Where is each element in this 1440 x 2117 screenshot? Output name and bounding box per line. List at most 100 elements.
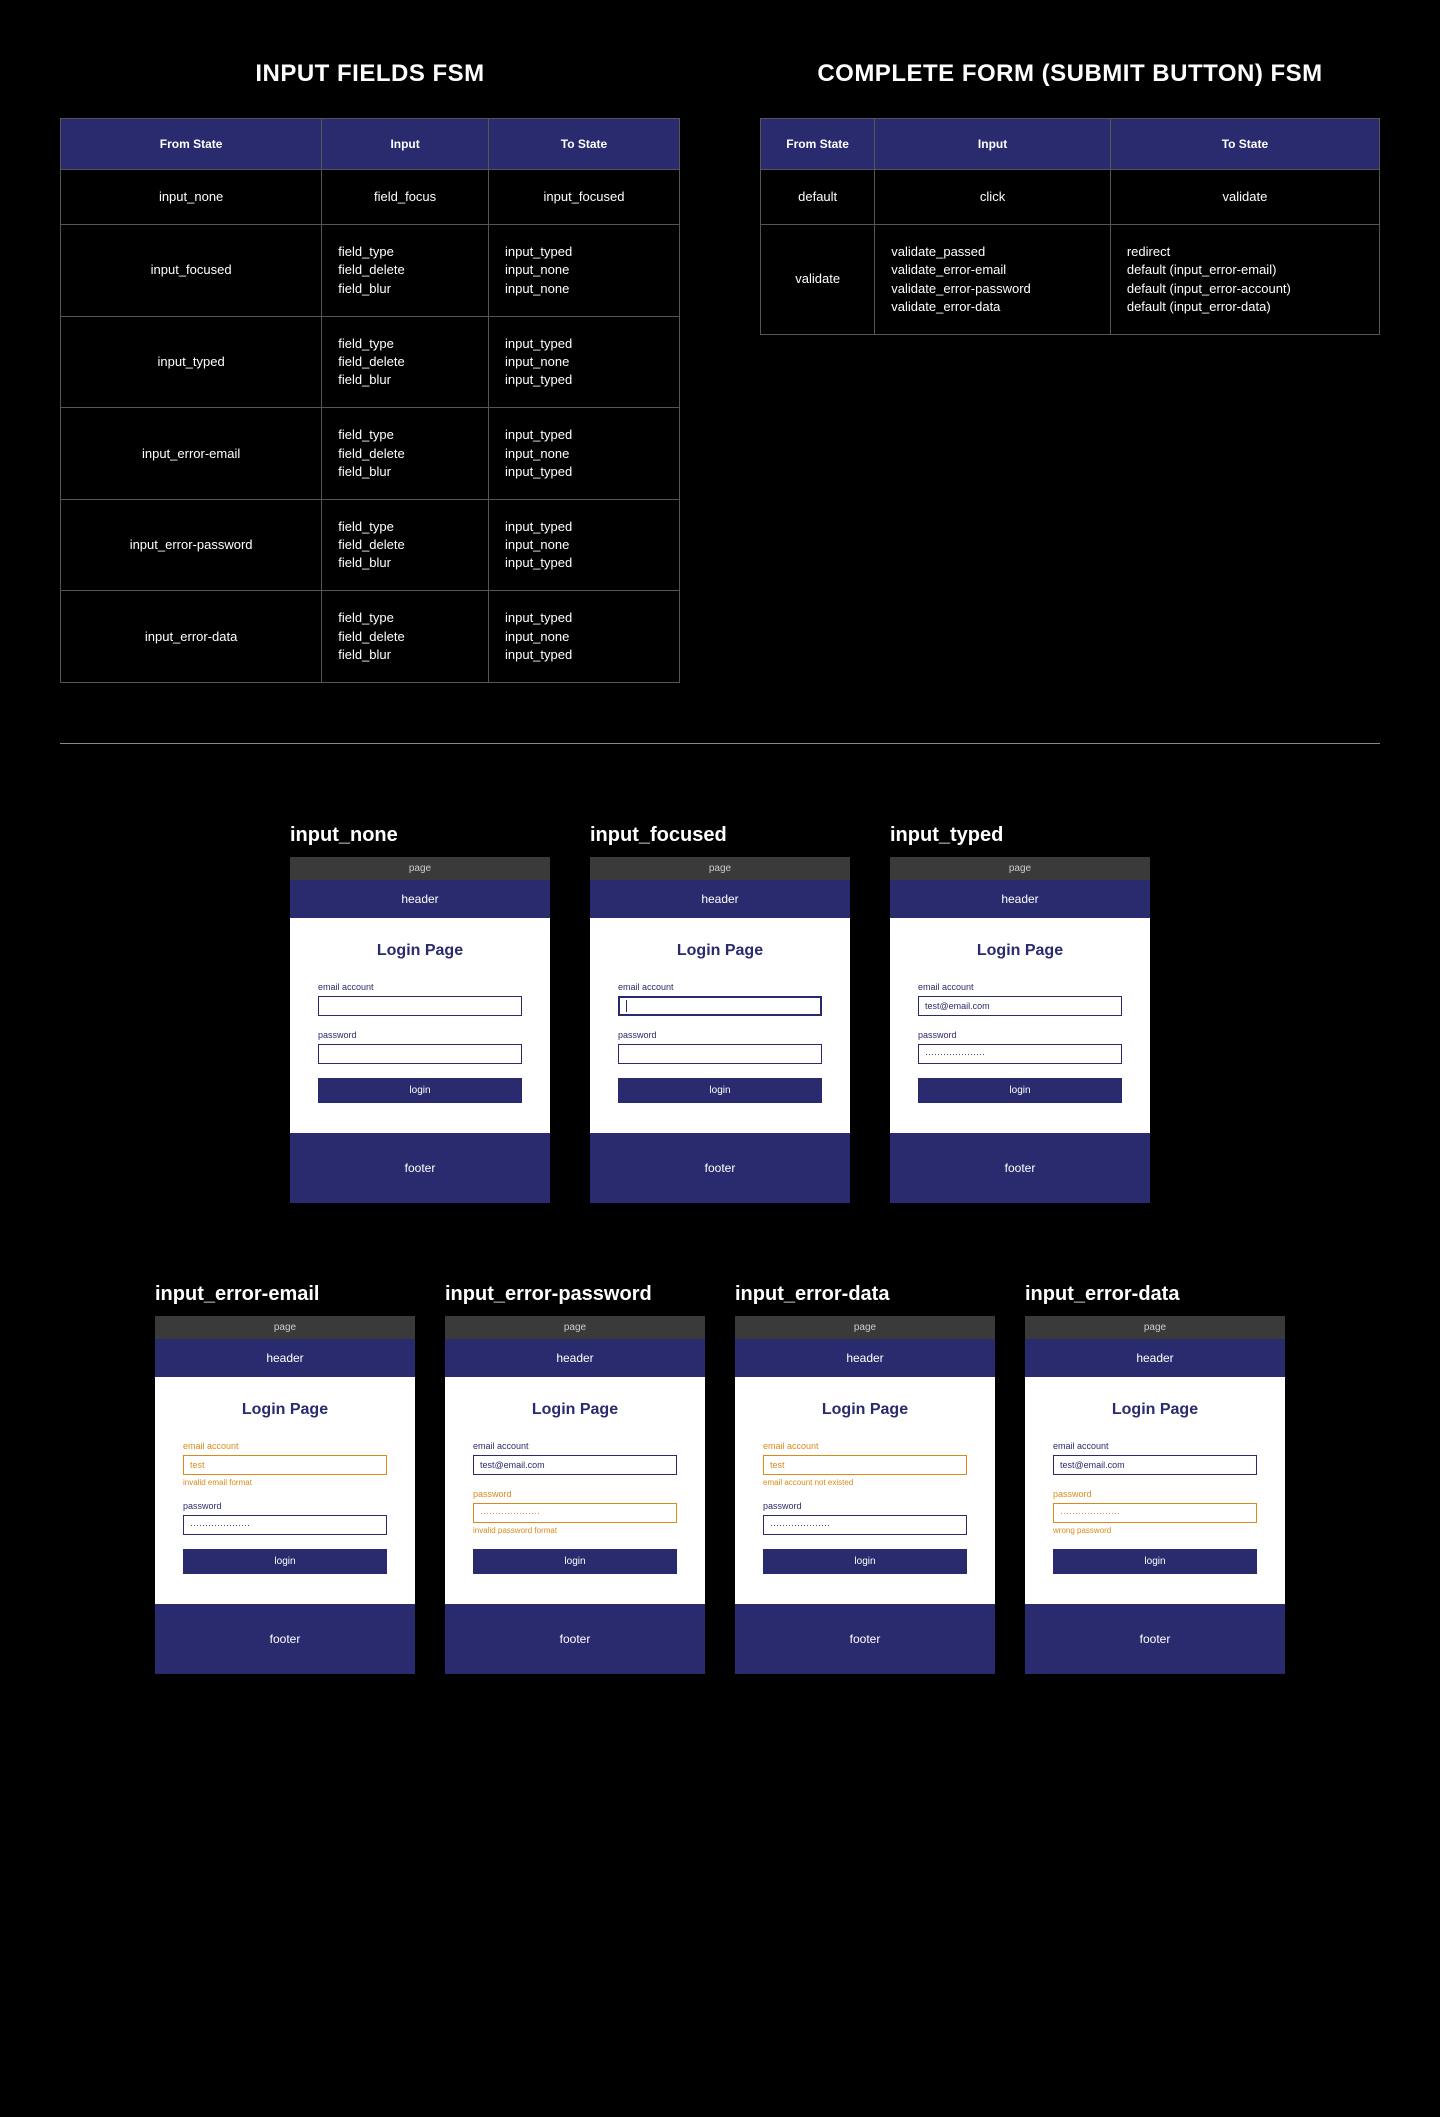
from-state-cell: input_typed bbox=[61, 316, 322, 408]
login-button[interactable]: login bbox=[618, 1078, 822, 1103]
page-title: Login Page bbox=[318, 942, 522, 960]
email-input[interactable] bbox=[618, 996, 822, 1016]
from-state-cell: input_focused bbox=[61, 225, 322, 317]
state-input-error-data-account: input_error-data page header Login Page … bbox=[735, 1283, 995, 1674]
error-helper: invalid email format bbox=[183, 1478, 387, 1487]
from-state-cell: default bbox=[761, 170, 875, 225]
email-label: email account bbox=[618, 982, 822, 992]
password-label: password bbox=[1053, 1489, 1257, 1499]
page-title: Login Page bbox=[1053, 1401, 1257, 1419]
error-helper: wrong password bbox=[1053, 1526, 1257, 1535]
input-cell: field_typefield_deletefield_blur bbox=[322, 591, 489, 683]
email-input[interactable]: test@email.com bbox=[473, 1455, 677, 1475]
mock-header: header bbox=[155, 1339, 415, 1377]
mock-header: header bbox=[1025, 1339, 1285, 1377]
mockup: page header Login Page email account pas… bbox=[290, 857, 550, 1203]
page-bar: page bbox=[155, 1316, 415, 1339]
email-input[interactable]: test bbox=[763, 1455, 967, 1475]
input-cell: field_typefield_deletefield_blur bbox=[322, 499, 489, 591]
password-input[interactable]: ···················· bbox=[1053, 1503, 1257, 1523]
table-row: input_focusedfield_typefield_deletefield… bbox=[61, 225, 680, 317]
state-label: input_error-email bbox=[155, 1283, 415, 1306]
login-button[interactable]: login bbox=[1053, 1549, 1257, 1574]
to-state-cell: input_typedinput_noneinput_typed bbox=[488, 499, 679, 591]
input-fields-fsm: INPUT FIELDS FSM From State Input To Sta… bbox=[60, 60, 680, 683]
state-input-none: input_none page header Login Page email … bbox=[290, 824, 550, 1203]
cursor-icon bbox=[626, 1000, 627, 1012]
mock-header: header bbox=[735, 1339, 995, 1377]
mock-footer: footer bbox=[155, 1604, 415, 1674]
password-input[interactable]: ···················· bbox=[918, 1044, 1122, 1064]
table-row: input_error-passwordfield_typefield_dele… bbox=[61, 499, 680, 591]
page-title: Login Page bbox=[473, 1401, 677, 1419]
input-cell: field_typefield_deletefield_blur bbox=[322, 316, 489, 408]
state-label: input_error-password bbox=[445, 1283, 705, 1306]
state-input-error-data-password: input_error-data page header Login Page … bbox=[1025, 1283, 1285, 1674]
to-state-cell: input_typedinput_noneinput_typed bbox=[488, 316, 679, 408]
page-title: Login Page bbox=[763, 1401, 967, 1419]
email-input[interactable]: test bbox=[183, 1455, 387, 1475]
input-cell: field_typefield_deletefield_blur bbox=[322, 408, 489, 500]
mockup: page header Login Page email account pas… bbox=[590, 857, 850, 1203]
to-state-cell: input_typedinput_noneinput_none bbox=[488, 225, 679, 317]
table-row: input_error-emailfield_typefield_deletef… bbox=[61, 408, 680, 500]
from-state-cell: input_none bbox=[61, 170, 322, 225]
state-input-focused: input_focused page header Login Page ema… bbox=[590, 824, 850, 1203]
mock-footer: footer bbox=[290, 1133, 550, 1203]
password-input[interactable]: ···················· bbox=[473, 1503, 677, 1523]
password-input[interactable] bbox=[318, 1044, 522, 1064]
col-from-state: From State bbox=[761, 119, 875, 170]
login-button[interactable]: login bbox=[763, 1549, 967, 1574]
login-button[interactable]: login bbox=[918, 1078, 1122, 1103]
email-label: email account bbox=[763, 1441, 967, 1451]
email-input[interactable]: test@email.com bbox=[1053, 1455, 1257, 1475]
password-label: password bbox=[183, 1501, 387, 1511]
mockup: page header Login Page email account tes… bbox=[445, 1316, 705, 1674]
input-fsm-table: From State Input To State input_nonefiel… bbox=[60, 118, 680, 683]
page-bar: page bbox=[590, 857, 850, 880]
input-cell: validate_passedvalidate_error-emailvalid… bbox=[875, 225, 1111, 335]
mock-footer: footer bbox=[1025, 1604, 1285, 1674]
mock-footer: footer bbox=[445, 1604, 705, 1674]
email-input[interactable]: test@email.com bbox=[918, 996, 1122, 1016]
page-bar: page bbox=[735, 1316, 995, 1339]
state-label: input_typed bbox=[890, 824, 1150, 847]
mock-footer: footer bbox=[735, 1604, 995, 1674]
col-input: Input bbox=[875, 119, 1111, 170]
state-label: input_error-data bbox=[735, 1283, 995, 1306]
table-row: input_error-datafield_typefield_deletefi… bbox=[61, 591, 680, 683]
password-input[interactable]: ···················· bbox=[763, 1515, 967, 1535]
from-state-cell: input_error-data bbox=[61, 591, 322, 683]
section-divider bbox=[60, 743, 1380, 744]
state-input-error-email: input_error-email page header Login Page… bbox=[155, 1283, 415, 1674]
page-bar: page bbox=[290, 857, 550, 880]
password-label: password bbox=[618, 1030, 822, 1040]
mockup: page header Login Page email account tes… bbox=[1025, 1316, 1285, 1674]
mock-header: header bbox=[445, 1339, 705, 1377]
col-from-state: From State bbox=[61, 119, 322, 170]
error-helper: email account not existed bbox=[763, 1478, 967, 1487]
mock-header: header bbox=[290, 880, 550, 918]
page-bar: page bbox=[1025, 1316, 1285, 1339]
col-to-state: To State bbox=[1110, 119, 1379, 170]
page-title: Login Page bbox=[918, 942, 1122, 960]
email-label: email account bbox=[183, 1441, 387, 1451]
email-input[interactable] bbox=[318, 996, 522, 1016]
email-label: email account bbox=[1053, 1441, 1257, 1451]
email-label: email account bbox=[918, 982, 1122, 992]
mockup: page header Login Page email account tes… bbox=[735, 1316, 995, 1674]
complete-form-fsm: COMPLETE FORM (SUBMIT BUTTON) FSM From S… bbox=[760, 60, 1380, 335]
login-button[interactable]: login bbox=[183, 1549, 387, 1574]
login-button[interactable]: login bbox=[473, 1549, 677, 1574]
page-bar: page bbox=[890, 857, 1150, 880]
email-label: email account bbox=[318, 982, 522, 992]
col-to-state: To State bbox=[488, 119, 679, 170]
password-input[interactable]: ···················· bbox=[183, 1515, 387, 1535]
login-button[interactable]: login bbox=[318, 1078, 522, 1103]
state-input-typed: input_typed page header Login Page email… bbox=[890, 824, 1150, 1203]
table-row: validatevalidate_passedvalidate_error-em… bbox=[761, 225, 1380, 335]
password-input[interactable] bbox=[618, 1044, 822, 1064]
state-input-error-password: input_error-password page header Login P… bbox=[445, 1283, 705, 1674]
page-title: Login Page bbox=[618, 942, 822, 960]
password-label: password bbox=[473, 1489, 677, 1499]
